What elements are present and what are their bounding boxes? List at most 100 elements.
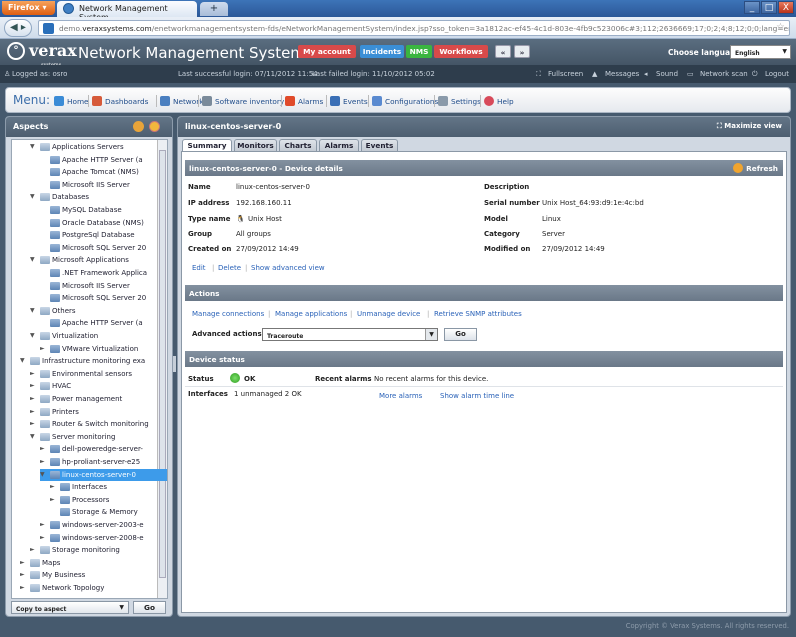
tab-monitors[interactable]: Monitors <box>234 139 277 151</box>
tree-node[interactable]: Microsoft IIS Server <box>40 280 130 292</box>
expand-arrow-icon[interactable]: ► <box>40 456 48 468</box>
menu-software-inventory[interactable]: Software inventory <box>202 96 284 106</box>
tree-scrollbar[interactable] <box>157 140 167 598</box>
advanced-actions-go-button[interactable]: Go <box>444 328 477 341</box>
advanced-actions-select[interactable]: Traceroute ▼ <box>262 328 438 341</box>
maximize-view-button[interactable]: ⛶ Maximize view <box>717 122 782 131</box>
search-icon[interactable] <box>133 121 144 132</box>
expand-arrow-icon[interactable]: ► <box>20 569 28 581</box>
sound-link[interactable]: Sound <box>656 70 678 78</box>
collapse-arrow-icon[interactable]: ▼ <box>30 330 38 342</box>
nav-next-button[interactable]: » <box>514 45 530 58</box>
tree-node[interactable]: ► windows-server-2003-e <box>40 519 144 531</box>
manage-connections-link[interactable]: Manage connections <box>192 310 264 318</box>
unmanage-device-link[interactable]: Unmanage device <box>357 310 420 318</box>
browser-tab[interactable]: Network Management System <box>57 1 197 22</box>
tree-node[interactable]: ▼ Infrastructure monitoring exa <box>20 355 145 367</box>
expand-arrow-icon[interactable]: ► <box>40 532 48 544</box>
new-tab-button[interactable]: + <box>200 2 228 16</box>
tab-charts[interactable]: Charts <box>279 139 317 151</box>
tree-node[interactable]: ► windows-server-2008-e <box>40 532 144 544</box>
expand-arrow-icon[interactable]: ► <box>50 494 58 506</box>
tree-node[interactable]: ▼ Others <box>30 305 76 317</box>
expand-arrow-icon[interactable]: ► <box>40 343 48 355</box>
tree-node[interactable]: ► Environmental sensors <box>30 368 132 380</box>
menu-dashboards[interactable]: Dashboards <box>92 96 148 106</box>
tree-node[interactable]: ► Interfaces <box>50 481 107 493</box>
expand-arrow-icon[interactable]: ► <box>30 368 38 380</box>
retrieve-snmp-link[interactable]: Retrieve SNMP attributes <box>434 310 522 318</box>
menu-home[interactable]: Home <box>54 96 89 106</box>
collapse-arrow-icon[interactable]: ▼ <box>30 191 38 203</box>
expand-arrow-icon[interactable]: ► <box>30 418 38 430</box>
tree-node[interactable]: .NET Framework Applica <box>40 267 147 279</box>
manage-applications-link[interactable]: Manage applications <box>275 310 347 318</box>
edit-link[interactable]: Edit <box>192 264 206 272</box>
bookmark-star-icon[interactable]: ☆ <box>776 22 785 33</box>
nms-button[interactable]: NMS <box>406 45 432 58</box>
menu-configurations[interactable]: Configurations <box>372 96 438 106</box>
menu-help[interactable]: Help <box>484 96 514 106</box>
tree-node[interactable]: Microsoft SQL Server 20 <box>40 242 146 254</box>
refresh-icon[interactable] <box>149 121 160 132</box>
expand-arrow-icon[interactable]: ► <box>30 544 38 556</box>
collapse-arrow-icon[interactable]: ▼ <box>20 355 28 367</box>
minimize-button[interactable]: _ <box>744 1 760 14</box>
tree-node[interactable]: ► Power management <box>30 393 122 405</box>
tree-node[interactable]: ▼ Microsoft Applications <box>30 254 129 266</box>
expand-arrow-icon[interactable]: ► <box>30 380 38 392</box>
splitter-handle[interactable] <box>173 356 176 372</box>
expand-arrow-icon[interactable]: ► <box>30 406 38 418</box>
menu-settings[interactable]: Settings <box>438 96 481 106</box>
workflows-button[interactable]: Workflows <box>434 45 488 58</box>
maximize-button[interactable]: □ <box>761 1 777 14</box>
back-forward-button[interactable]: ◀ ▸ <box>4 19 32 37</box>
firefox-menu-button[interactable]: Firefox ▾ <box>2 1 55 15</box>
tree-node[interactable]: Storage & Memory <box>50 506 138 518</box>
copy-go-button[interactable]: Go <box>133 601 166 614</box>
menu-alarms[interactable]: Alarms <box>285 96 323 106</box>
tree-node[interactable]: Apache Tomcat (NMS) <box>40 166 139 178</box>
tree-node[interactable]: ► Storage monitoring <box>30 544 120 556</box>
network-scan-link[interactable]: Network scan <box>700 70 748 78</box>
incidents-button[interactable]: Incidents <box>360 45 404 58</box>
tree-node[interactable]: Microsoft IIS Server <box>40 179 130 191</box>
collapse-arrow-icon[interactable]: ▼ <box>30 254 38 266</box>
tree-node[interactable]: ► dell-poweredge-server- <box>40 443 143 455</box>
address-bar[interactable]: demo.veraxsystems.com/enetworkmanagement… <box>38 20 790 36</box>
tree-node[interactable]: ► Network Topology <box>20 582 104 594</box>
tree-node[interactable]: ► My Business <box>20 569 85 581</box>
tab-events[interactable]: Events <box>361 139 398 151</box>
tree-node[interactable]: MySQL Database <box>40 204 122 216</box>
menu-events[interactable]: Events <box>330 96 368 106</box>
collapse-arrow-icon[interactable]: ▼ <box>30 305 38 317</box>
messages-link[interactable]: Messages <box>605 70 639 78</box>
collapse-arrow-icon[interactable]: ▼ <box>30 431 38 443</box>
tree-node[interactable]: Apache HTTP Server (a <box>40 317 143 329</box>
tree-node[interactable]: PostgreSql Database <box>40 229 135 241</box>
tree-node[interactable]: ► Maps <box>20 557 60 569</box>
menu-network[interactable]: Network <box>160 96 203 106</box>
my-account-button[interactable]: My account <box>298 45 356 58</box>
copy-to-aspect-select[interactable]: Copy to aspect ▼ <box>11 601 129 614</box>
tree-node[interactable]: ▼ Databases <box>30 191 89 203</box>
tree-node[interactable]: ► hp-proliant-server-e25 <box>40 456 140 468</box>
tree-node[interactable]: ► Printers <box>30 406 79 418</box>
tree-node[interactable]: Microsoft SQL Server 20 <box>40 292 146 304</box>
tree-node[interactable]: Apache HTTP Server (a <box>40 154 143 166</box>
refresh-button[interactable]: Refresh <box>733 163 778 173</box>
alarm-time-line-link[interactable]: Show alarm time line <box>440 392 514 400</box>
fullscreen-link[interactable]: Fullscreen <box>548 70 583 78</box>
tree-scrollbar-thumb[interactable] <box>159 150 166 578</box>
tree-node[interactable]: ► Processors <box>50 494 109 506</box>
tree-node[interactable]: ▼ Virtualization <box>30 330 98 342</box>
tree-node[interactable]: ▼ linux-centos-server-0 <box>40 468 167 481</box>
nav-prev-button[interactable]: « <box>495 45 511 58</box>
collapse-arrow-icon[interactable]: ▼ <box>40 469 48 481</box>
expand-arrow-icon[interactable]: ► <box>50 481 58 493</box>
tree-node[interactable]: ► HVAC <box>30 380 71 392</box>
collapse-arrow-icon[interactable]: ▼ <box>30 141 38 153</box>
expand-arrow-icon[interactable]: ► <box>40 443 48 455</box>
show-advanced-view-link[interactable]: Show advanced view <box>251 264 325 272</box>
tab-alarms[interactable]: Alarms <box>319 139 359 151</box>
